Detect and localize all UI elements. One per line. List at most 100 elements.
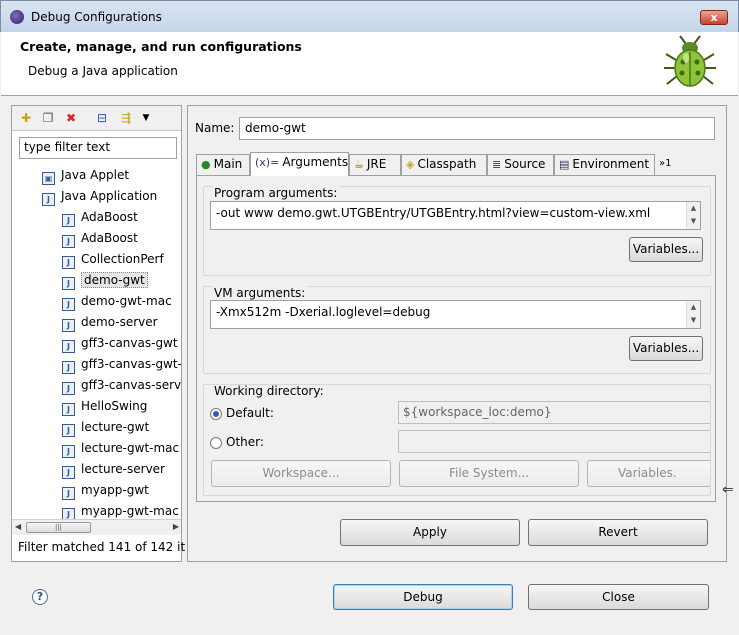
file-system-button[interactable]: File System... (399, 460, 579, 487)
applet-icon: ▣ (42, 172, 55, 185)
main-tab-icon: ● (201, 158, 211, 171)
tree-config-item[interactable]: Jdemo-server (62, 312, 158, 332)
java-config-icon: J (62, 508, 75, 519)
java-config-icon: J (62, 214, 75, 227)
tree-config-item[interactable]: J CollectionPerf (62, 249, 164, 269)
arguments-panel: Program arguments: -out www demo.gwt.UTG… (196, 175, 716, 502)
revert-button[interactable]: Revert (528, 519, 708, 546)
scroll-right-icon[interactable]: ▶ (173, 522, 179, 531)
configuration-list-pane: ✚ ❐ ✖ ⊟ ⇶ ▼ type filter text ▣ Java Apple… (11, 105, 185, 562)
close-button[interactable]: Close (528, 584, 709, 610)
java-config-icon: J (62, 361, 75, 374)
tab-label: Source (504, 157, 546, 171)
tab-environment[interactable]: ▤ Environment (554, 154, 655, 175)
vm-variables-button[interactable]: Variables... (629, 336, 703, 361)
tree-config-item[interactable]: Jlecture-gwt (62, 417, 149, 437)
tab-classpath[interactable]: ◈ Classpath (401, 154, 487, 175)
program-arguments-input[interactable]: -out www demo.gwt.UTGBEntry/UTGBEntry.ht… (210, 201, 701, 230)
tree-config-item[interactable]: J AdaBoost (62, 228, 138, 248)
tree-category[interactable]: ▣ Java Applet (42, 165, 129, 185)
tree-horizontal-scrollbar[interactable]: ◀ ||| ▶ (12, 519, 181, 535)
tab-label: JRE (366, 157, 387, 171)
java-config-icon: J (62, 235, 75, 248)
vm-args-scrollbar[interactable]: ▲ ▼ (686, 301, 700, 328)
vm-arguments-label: VM arguments: (212, 286, 308, 300)
tree-config-item[interactable]: Jmyapp-gwt-mac (62, 501, 179, 519)
tree-item-label: HelloSwing (81, 399, 148, 413)
name-label: Name: (195, 121, 235, 135)
delete-config-icon[interactable]: ✖ (63, 110, 79, 126)
tree-category[interactable]: J Java Application (42, 186, 157, 206)
tab-source[interactable]: ≣ Source (487, 154, 554, 175)
tree-config-item[interactable]: Jmyapp-gwt (62, 480, 149, 500)
tab-label: Environment (572, 157, 650, 171)
program-arguments-label: Program arguments: (212, 186, 340, 200)
configuration-editor: Name: demo-gwt ● Main (x)= Arguments ☕ JRE … (187, 105, 727, 562)
arguments-tab-icon: (x)= (255, 156, 280, 169)
help-icon[interactable]: ? (32, 589, 48, 605)
program-variables-button[interactable]: Variables... (629, 237, 703, 262)
tab-main[interactable]: ● Main (196, 154, 250, 175)
jre-tab-icon: ☕ (354, 158, 364, 171)
list-toolbar: ✚ ❐ ✖ ⊟ ⇶ ▼ (12, 106, 181, 131)
window-title: Debug Configurations (31, 10, 162, 24)
filter-input[interactable]: type filter text (19, 137, 177, 159)
window-close-button[interactable]: x (700, 10, 728, 25)
config-tree: ▣ Java Applet J Java Application J AdaBoost J A… (12, 163, 181, 519)
scroll-left-icon[interactable]: ◀ (15, 522, 21, 531)
header-title: Create, manage, and run configurations (20, 39, 302, 54)
other-radio[interactable] (210, 437, 222, 449)
tree-config-item[interactable]: Jlecture-server (62, 459, 165, 479)
new-config-icon[interactable]: ✚ (18, 110, 34, 126)
scroll-thumb[interactable]: ||| (26, 522, 91, 533)
tree-config-item[interactable]: Jgff3-canvas-serve (62, 375, 181, 395)
tree-config-item[interactable]: Jgff3-canvas-gwt (62, 333, 178, 353)
apply-button[interactable]: Apply (340, 519, 520, 546)
collapse-all-icon[interactable]: ⊟ (94, 110, 110, 126)
java-config-icon: J (62, 340, 75, 353)
tab-arguments[interactable]: (x)= Arguments (250, 152, 349, 176)
filter-dropdown-icon[interactable]: ▼ (138, 110, 154, 126)
tree-config-item[interactable]: J HelloSwing (62, 396, 147, 416)
tree-config-item[interactable]: Jlecture-gwt-mac (62, 438, 179, 458)
duplicate-config-icon[interactable]: ❐ (40, 110, 56, 126)
tree-item-label: gff3-canvas-serve (81, 378, 181, 392)
tree-item-label: myapp-gwt-mac (81, 504, 179, 518)
header-subtitle: Debug a Java application (28, 64, 178, 78)
workspace-button[interactable]: Workspace... (211, 460, 391, 487)
resize-handle-icon[interactable]: ⇐ (722, 482, 734, 498)
tab-overflow[interactable]: »1 (655, 154, 683, 175)
program-arguments-group: Program arguments: -out www demo.gwt.UTG… (203, 186, 711, 276)
tree-item-label: lecture-gwt-mac (81, 441, 180, 455)
program-args-scrollbar[interactable]: ▲ ▼ (686, 202, 700, 229)
tree-config-item[interactable]: Jdemo-gwt (62, 270, 148, 290)
tree-item-label: gff3-canvas-gwt (81, 336, 178, 350)
debug-button[interactable]: Debug (333, 584, 513, 610)
tab-label: Main (213, 157, 243, 171)
tree-item-label: lecture-server (81, 462, 165, 476)
tree-item-label: lecture-gwt (81, 420, 150, 434)
working-directory-label: Working directory: (212, 384, 326, 398)
tree-config-item[interactable]: Jdemo-gwt-mac (62, 291, 172, 311)
tree-config-item[interactable]: Jgff3-canvas-gwt- (62, 354, 181, 374)
classpath-tab-icon: ◈ (406, 158, 415, 171)
default-radio[interactable] (210, 408, 222, 420)
tree-item-label: Java Application (61, 189, 158, 203)
other-label: Other: (226, 435, 264, 449)
vm-arguments-input[interactable]: -Xmx512m -Dxerial.loglevel=debug ▲ ▼ (210, 300, 701, 329)
java-config-icon: J (62, 445, 75, 458)
java-config-icon: J (62, 466, 75, 479)
java-config-icon: J (62, 298, 75, 311)
tree-config-item[interactable]: J AdaBoost (62, 207, 138, 227)
tab-jre[interactable]: ☕ JRE (349, 154, 401, 175)
name-input[interactable]: demo-gwt (239, 117, 715, 140)
environment-tab-icon: ▤ (559, 158, 570, 171)
working-variables-button[interactable]: Variables. (587, 460, 710, 487)
vm-arguments-text: -Xmx512m -Dxerial.loglevel=debug (216, 305, 431, 319)
java-config-icon: J (62, 277, 75, 290)
filter-config-icon[interactable]: ⇶ (118, 110, 134, 126)
tree-item-label: demo-gwt (81, 272, 148, 288)
other-directory-field[interactable] (398, 430, 710, 453)
tree-item-label: CollectionPerf (81, 252, 164, 266)
tree-item-label: gff3-canvas-gwt- (81, 357, 181, 371)
